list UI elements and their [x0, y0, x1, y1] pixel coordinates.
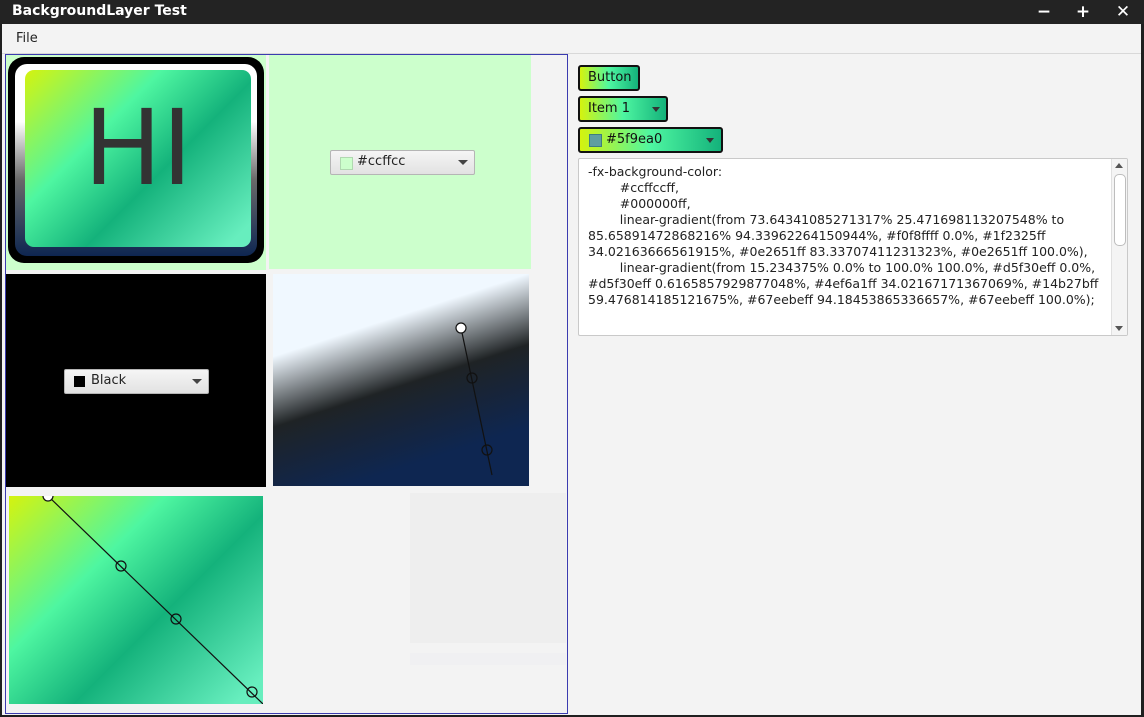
- color-picker-value: Black: [91, 373, 127, 388]
- chevron-down-icon: [458, 160, 468, 165]
- gradient-handles-1: [455, 322, 493, 476]
- menubar: File: [2, 24, 1141, 54]
- menu-file[interactable]: File: [16, 31, 38, 46]
- window-title: BackgroundLayer Test: [12, 3, 187, 19]
- minimize-button[interactable]: −: [1025, 0, 1063, 24]
- preview-inner-layer: HI: [25, 70, 251, 247]
- scroll-up-icon[interactable]: [1115, 163, 1123, 168]
- vertical-scrollbar[interactable]: [1111, 159, 1127, 335]
- item-choice-value: Item 1: [588, 101, 630, 116]
- background-layer-grid: HI #ccffcc Black: [5, 54, 568, 714]
- css-output-text: -fx-background-color: #ccffccff, #000000…: [588, 164, 1099, 307]
- gradient-handles-2: [42, 496, 263, 704]
- styled-button[interactable]: Button: [578, 65, 640, 91]
- preview-tile: HI: [6, 55, 266, 270]
- gradient-end-handle[interactable]: [246, 686, 258, 698]
- color-picker-black[interactable]: Black: [64, 369, 209, 394]
- color-swatch: [340, 157, 353, 170]
- color-swatch: [589, 134, 602, 147]
- color-picker-ccffcc[interactable]: #ccffcc: [330, 150, 475, 175]
- preview-outer-layer: HI: [8, 57, 264, 263]
- css-output-textarea[interactable]: -fx-background-color: #ccffccff, #000000…: [578, 158, 1128, 336]
- scrollbar-thumb[interactable]: [1114, 174, 1126, 246]
- gradient-direction-line: [460, 327, 493, 476]
- color-layer-tile-2: Black: [6, 274, 266, 487]
- gradient-layer-tile-2: [9, 496, 263, 704]
- gradient-layer-tile-1: [273, 274, 529, 486]
- gradient-start-handle[interactable]: [42, 496, 54, 502]
- item-choice-box[interactable]: Item 1: [578, 96, 668, 122]
- close-button[interactable]: ✕: [1104, 0, 1142, 24]
- gradient-start-handle[interactable]: [455, 322, 467, 334]
- gradient-direction-line: [47, 496, 263, 704]
- scroll-down-icon[interactable]: [1115, 326, 1123, 331]
- chevron-down-icon: [706, 138, 714, 143]
- empty-layer-strip: [410, 653, 566, 665]
- chevron-down-icon: [192, 379, 202, 384]
- preview-hi-label: HI: [83, 87, 193, 209]
- color-layer-tile-1: #ccffcc: [269, 55, 531, 269]
- maximize-button[interactable]: +: [1064, 0, 1102, 24]
- chevron-down-icon: [652, 107, 660, 112]
- window-titlebar: BackgroundLayer Test − + ✕: [0, 0, 1144, 24]
- empty-layer-slot: [410, 493, 566, 643]
- window-content: File HI #ccffcc Black Button Item 1 #5f9…: [2, 24, 1141, 715]
- color-swatch: [74, 376, 85, 387]
- styled-color-picker[interactable]: #5f9ea0: [578, 127, 723, 153]
- styled-button-label: Button: [588, 70, 632, 85]
- preview-middle-layer: HI: [15, 64, 257, 256]
- color-picker-value: #5f9ea0: [606, 132, 663, 147]
- color-picker-value: #ccffcc: [357, 154, 406, 169]
